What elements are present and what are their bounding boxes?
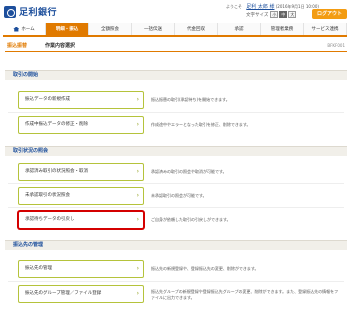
font-size-switcher: 文字サイズ 小 中 大: [246, 11, 297, 18]
logout-button[interactable]: ログアウト: [312, 9, 347, 19]
menu-desc: 振込先の新規登録や、登録振込先の変更、削除ができます。: [151, 266, 259, 271]
nav-bulk-transfer[interactable]: 一括伝送: [132, 23, 175, 35]
chevron-right-icon: ›: [136, 265, 139, 272]
recall-pending-button[interactable]: 承認待ちデータの引戻し ›: [18, 211, 144, 229]
header: 足利銀行 ようこそ 足利 太郎 様 (2016年9月1日 10:00) 文字サイ…: [0, 0, 350, 23]
menu-row: 作成中振込データの修正・削除 › 作成途中やエラーとなった取引を修正、削除できま…: [8, 116, 344, 134]
nav-service-link[interactable]: サービス連携: [304, 23, 347, 35]
font-size-medium-button[interactable]: 中: [279, 11, 288, 18]
section-head-start: 取引の開始: [5, 70, 347, 80]
menu-desc: 承認済みの取引の照会や取消が可能です。: [151, 169, 227, 174]
divider: [8, 207, 344, 208]
approved-status-button[interactable]: 承認済み取引の状況照会・取消 ›: [18, 163, 144, 181]
new-transfer-button[interactable]: 振込データの新規作成 ›: [18, 91, 144, 109]
menu-desc: ご自身が依頼した取引の引戻しができます。: [151, 217, 231, 222]
payee-group-file-button[interactable]: 振込先のグループ管理／ファイル登録 ›: [18, 285, 144, 303]
edit-draft-button[interactable]: 作成中振込データの修正・削除 ›: [18, 116, 144, 134]
menu-row-spacer: [8, 181, 344, 199]
chevron-right-icon: ›: [136, 96, 139, 103]
nav-home[interactable]: ホーム: [3, 23, 46, 35]
menu-button-label: 振込先の管理: [25, 266, 52, 271]
section-head-status: 取引状況の照会: [5, 146, 347, 156]
logo-text: 足利銀行: [19, 8, 58, 18]
menu-desc: 振込振替の取引(承認待ち)を開始できます。: [151, 97, 230, 102]
user-name-link[interactable]: 足利 太郎 様: [246, 4, 274, 10]
page-title: 作業内容選択: [45, 43, 76, 49]
chevron-right-icon: ›: [136, 121, 139, 128]
screen-id: BFKF001: [327, 43, 345, 48]
section-head-payees: 振込先の管理: [5, 240, 347, 250]
user-info-prefix: ようこそ: [226, 4, 242, 9]
chevron-right-icon: ›: [136, 168, 139, 175]
global-nav: ホーム 明細・振込 全額照会 一括伝送 代金回収 承認 管理者業務 サービス連携: [3, 23, 347, 37]
menu-button-label: 承認待ちデータの引戻し: [25, 217, 75, 222]
logo-mark-icon: [4, 5, 16, 18]
nav-approval[interactable]: 承認: [218, 23, 261, 35]
nav-collection[interactable]: 代金回収: [175, 23, 218, 35]
menu-button-label: 振込先のグループ管理／ファイル登録: [25, 291, 102, 296]
chevron-right-icon: ›: [136, 290, 139, 297]
divider: [8, 112, 344, 113]
nav-balance[interactable]: 全額照会: [89, 23, 132, 35]
menu-row: 承認待ちデータの引戻し › ご自身が依頼した取引の引戻しができます。: [8, 211, 344, 229]
font-size-large-button[interactable]: 大: [288, 11, 297, 18]
menu-button-label: 作成中振込データの修正・削除: [25, 122, 88, 127]
payee-manage-button[interactable]: 振込先の管理 ›: [18, 260, 144, 278]
menu-row: 振込先のグループ管理／ファイル登録 › 振込先グループの新規登録や登録振込先グル…: [8, 285, 344, 303]
nav-admin[interactable]: 管理者業務: [261, 23, 304, 35]
chevron-right-icon: ›: [136, 216, 139, 223]
menu-row: 振込先の管理 › 振込先の新規登録や、登録振込先の変更、削除ができます。: [8, 260, 344, 278]
font-size-label: 文字サイズ: [246, 12, 269, 18]
menu-button-label: 承認済み取引の状況照会・取消: [25, 169, 88, 174]
menu-desc: 作成途中やエラーとなった取引を修正、削除できます。: [151, 122, 251, 127]
home-icon: [13, 26, 20, 32]
menu-row: 承認済み取引の状況照会・取消 › 承認済みの取引の照会や取消が可能です。: [8, 163, 344, 181]
menu-desc: 振込先グループの新規登録や登録振込先グループの変更、削除ができます。また、登録振…: [151, 289, 339, 300]
breadcrumb: 振込振替 作業内容選択 BFKF001: [5, 40, 347, 52]
divider: [8, 281, 344, 282]
font-size-small-button[interactable]: 小: [270, 11, 279, 18]
menu-button-label: 振込データの新規作成: [25, 97, 70, 102]
menu-row: 振込データの新規作成 › 振込振替の取引(承認待ち)を開始できます。: [8, 91, 344, 109]
nav-home-label: ホーム: [21, 26, 35, 32]
user-info: ようこそ 足利 太郎 様 (2016年9月1日 10:00): [226, 3, 319, 10]
nav-transfer[interactable]: 明細・振込: [46, 23, 89, 35]
bank-logo[interactable]: 足利銀行: [4, 5, 57, 18]
breadcrumb-main: 振込振替: [7, 43, 28, 49]
